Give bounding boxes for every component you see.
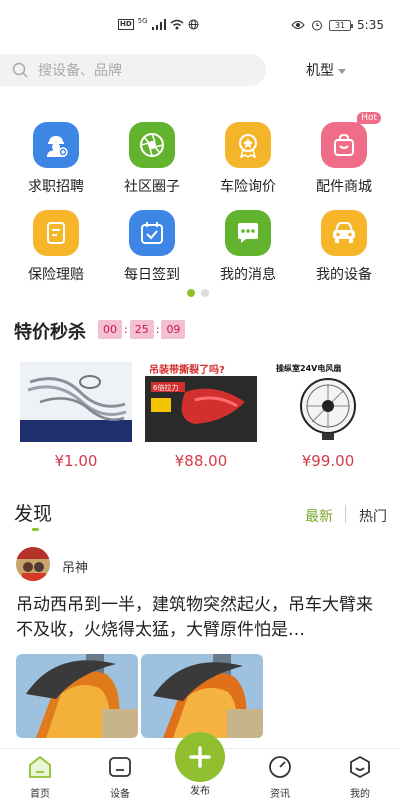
tab-latest[interactable]: 最新 xyxy=(305,506,333,526)
calendar-check-icon xyxy=(129,210,175,256)
camera-aperture-icon xyxy=(129,122,175,168)
publish-button[interactable] xyxy=(175,732,225,782)
chat-icon xyxy=(225,210,271,256)
job-icon xyxy=(33,122,79,168)
grid-label-claims: 保险理赔 xyxy=(28,267,84,283)
product-card-fan[interactable]: 操纵室24V电风扇 ¥99.00 xyxy=(272,362,384,470)
medal-icon xyxy=(225,122,271,168)
wifi-icon xyxy=(170,19,184,30)
product-card-lifting-sling[interactable]: 吊装带撕裂了吗? 6倍拉力 ¥88.00 xyxy=(145,362,257,470)
chevron-down-icon xyxy=(338,68,346,74)
nav-news[interactable]: 资讯 xyxy=(250,755,310,800)
pager-dot[interactable] xyxy=(201,289,209,297)
product-image-subcaption: 6倍拉力 xyxy=(153,383,178,392)
equipment-icon xyxy=(109,757,131,777)
grid-item-parts-mall[interactable]: Hot 配件商城 xyxy=(302,112,386,202)
hot-badge: Hot xyxy=(357,112,381,124)
network-type: 5G xyxy=(137,17,148,25)
pager-dot-active[interactable] xyxy=(187,289,195,297)
eye-icon xyxy=(291,21,305,29)
post-image[interactable] xyxy=(141,654,263,738)
grid-label-insurance-quote: 车险询价 xyxy=(220,179,276,195)
product-image-caption: 操纵室24V电风扇 xyxy=(276,363,341,373)
discover-underline xyxy=(32,528,39,531)
product-price: ¥1.00 xyxy=(54,452,98,470)
globe-icon xyxy=(188,19,199,30)
search-input[interactable]: 搜设备、品牌 xyxy=(0,54,266,86)
status-bar: HD 5G 31 5:35 xyxy=(0,0,400,50)
post-image[interactable] xyxy=(16,654,138,738)
nav-equipment[interactable]: 设备 xyxy=(90,755,150,800)
discover-title: 发现 xyxy=(14,503,53,525)
timer-hours: 00 xyxy=(98,320,122,339)
flash-sale-title: 特价秒杀 xyxy=(14,322,86,343)
post-text[interactable]: 吊动西吊到一半，建筑物突然起火，吊车大臂来不及收，火烧得太猛，大臂原件怕是… xyxy=(16,593,386,643)
grid-label-community: 社区圈子 xyxy=(124,179,180,195)
grid-label-daily-checkin: 每日签到 xyxy=(124,267,180,283)
status-right: 31 5:35 xyxy=(291,18,384,32)
clock: 5:35 xyxy=(357,18,384,32)
nav-home-label: 首页 xyxy=(30,789,50,800)
document-icon xyxy=(33,210,79,256)
grid-label-messages: 我的消息 xyxy=(220,267,276,283)
signal-icon xyxy=(151,19,166,30)
nav-home[interactable]: 首页 xyxy=(10,755,70,800)
grid-label-job: 求职招聘 xyxy=(28,179,84,195)
car-icon xyxy=(321,210,367,256)
hd-badge: HD xyxy=(118,19,134,30)
grid-item-community[interactable]: 社区圈子 xyxy=(110,122,194,202)
status-left: HD 5G xyxy=(118,18,199,31)
alarm-icon xyxy=(312,20,323,31)
timer-minutes: 25 xyxy=(129,320,154,339)
tab-divider xyxy=(345,505,346,523)
publish-label: 发布 xyxy=(190,786,210,797)
model-filter-dropdown[interactable]: 机型 xyxy=(306,60,346,80)
compass-icon xyxy=(269,756,291,778)
grid-item-messages[interactable]: 我的消息 xyxy=(206,210,290,290)
lifting-sling-image: 吊装带撕裂了吗? 6倍拉力 xyxy=(145,362,257,442)
plus-icon xyxy=(189,746,211,768)
product-card-cable[interactable]: ¥1.00 xyxy=(20,362,132,470)
product-price: ¥99.00 xyxy=(301,452,355,470)
grid-item-job[interactable]: 求职招聘 xyxy=(14,122,98,202)
product-image-caption: 吊装带撕裂了吗? xyxy=(149,363,225,376)
grid-item-daily-checkin[interactable]: 每日签到 xyxy=(110,210,194,290)
grid-label-parts-mall: 配件商城 xyxy=(316,179,372,195)
nav-mine[interactable]: 我的 xyxy=(330,755,390,800)
grid-item-insurance-quote[interactable]: 车险询价 xyxy=(206,122,290,202)
product-price: ¥88.00 xyxy=(174,452,228,470)
profile-icon xyxy=(350,755,370,779)
electric-fan-image: 操纵室24V电风扇 xyxy=(272,362,384,442)
grid-item-claims[interactable]: 保险理赔 xyxy=(14,210,98,290)
nav-mine-label: 我的 xyxy=(350,789,370,800)
timer-separator: : xyxy=(124,323,128,336)
shopping-bag-icon: Hot xyxy=(321,112,381,168)
home-icon xyxy=(29,755,51,778)
countdown-timer: 00 : 25 : 09 xyxy=(98,320,186,339)
wire-rope-image xyxy=(20,362,132,442)
nav-equipment-label: 设备 xyxy=(110,789,130,800)
model-filter-label: 机型 xyxy=(306,63,334,79)
avatar[interactable] xyxy=(16,547,50,581)
grid-item-my-equipment[interactable]: 我的设备 xyxy=(302,210,386,290)
grid-label-my-equipment: 我的设备 xyxy=(316,267,372,283)
timer-seconds: 09 xyxy=(161,320,186,339)
post-author[interactable]: 吊神 xyxy=(62,557,88,576)
battery-icon: 31 xyxy=(329,19,354,31)
grid-pager xyxy=(187,289,209,297)
search-placeholder: 搜设备、品牌 xyxy=(38,63,122,79)
search-icon xyxy=(12,62,28,78)
tab-hot[interactable]: 热门 xyxy=(359,506,387,526)
timer-separator: : xyxy=(155,323,160,336)
nav-news-label: 资讯 xyxy=(270,789,290,800)
